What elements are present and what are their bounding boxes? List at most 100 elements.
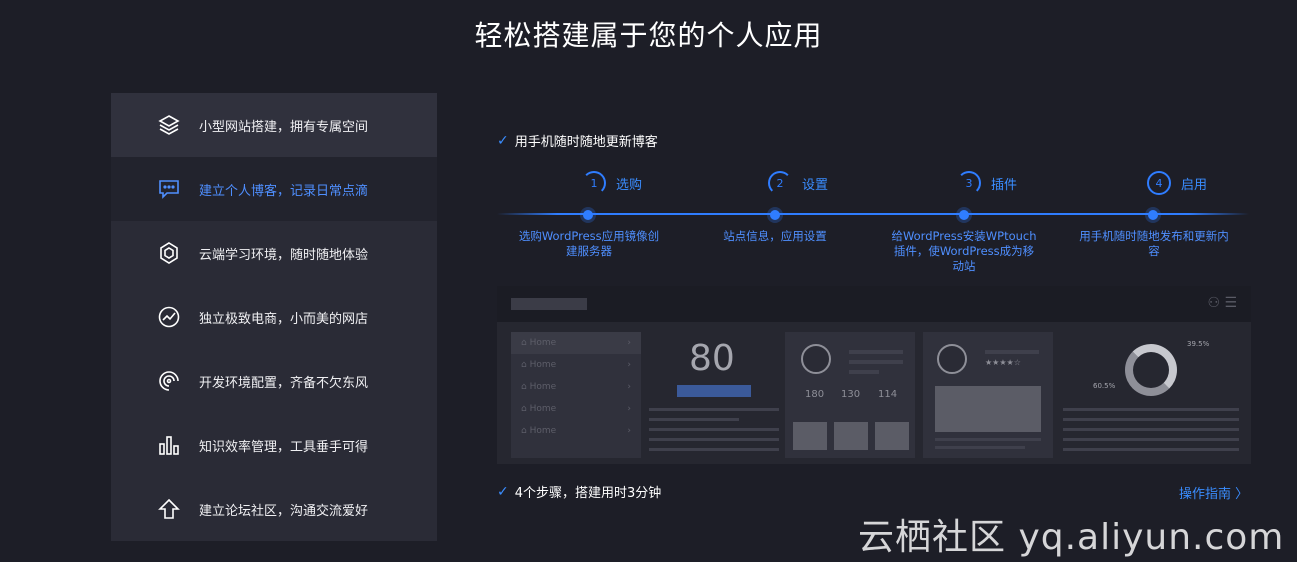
- step-label: 选购: [616, 177, 643, 193]
- preview-title-placeholder: [511, 298, 587, 310]
- step-number: 2: [768, 171, 792, 195]
- chevron-right-icon: ›: [627, 360, 631, 370]
- preview-menu-item: ⌂ Home ›: [521, 382, 631, 392]
- donut-label: 39.5%: [1187, 340, 1210, 348]
- step-label: 启用: [1181, 177, 1208, 193]
- step-description: 选购WordPress应用镜像创建服务器: [518, 229, 660, 258]
- sidebar-item-blog[interactable]: 建立个人博客，记录日常点滴: [111, 157, 437, 221]
- sidebar-item-small-website[interactable]: 小型网站搭建，拥有专属空间: [111, 93, 437, 157]
- preview-line: [1063, 448, 1239, 451]
- step-number: 3: [957, 171, 981, 195]
- preview-thumb: [875, 422, 909, 450]
- chevron-right-icon: ›: [627, 404, 631, 414]
- sidebar-item-label: 独立极致电商，小而美的网店: [199, 311, 369, 327]
- preview-line: [649, 448, 779, 451]
- dashboard-preview: ⚇ ☰ ⌂ Home › ⌂ Home › ⌂ Home › ⌂ Home › ⌂ Ho…: [497, 286, 1251, 464]
- preview-donut-chart: [1125, 344, 1177, 396]
- preview-line: [649, 418, 739, 421]
- preview-line: [985, 350, 1039, 354]
- preview-bar-accent: [677, 385, 751, 397]
- preview-line: [1063, 408, 1239, 411]
- step-label: 设置: [802, 177, 829, 193]
- donut-label: 60.5%: [1093, 382, 1116, 390]
- sidebar-item-dev-env[interactable]: 开发环境配置，齐备不欠东风: [111, 349, 437, 413]
- sidebar-item-ecommerce[interactable]: 独立极致电商，小而美的网店: [111, 285, 437, 349]
- preview-stat: 114: [878, 389, 898, 400]
- step-dot: [770, 210, 780, 220]
- trend-circle-icon: [155, 303, 183, 331]
- user-menu-icon: ⚇ ☰: [1207, 295, 1237, 311]
- preview-line: [935, 446, 1025, 449]
- home-icon: ⌂: [521, 404, 527, 414]
- preview-line: [1063, 438, 1239, 441]
- watermark: 云栖社区 yq.aliyun.com: [858, 517, 1285, 558]
- preview-thumb: [793, 422, 827, 450]
- preview-menu-item: ⌂ Home ›: [521, 426, 631, 436]
- chevron-right-icon: ›: [627, 426, 631, 436]
- layers-icon: [155, 111, 183, 139]
- rating-stars: ★★★★☆: [985, 358, 1021, 367]
- sidebar-item-label: 建立论坛社区，沟通交流爱好: [199, 503, 369, 519]
- sidebar-item-forum[interactable]: 建立论坛社区，沟通交流爱好: [111, 477, 437, 541]
- step-dot: [1148, 210, 1158, 220]
- step-label: 插件: [991, 177, 1018, 193]
- scenario-sidebar: 小型网站搭建，拥有专属空间 建立个人博客，记录日常点滴 云端学习环境，随时随地体…: [111, 93, 437, 541]
- preview-line: [649, 408, 779, 411]
- preview-line: [1063, 428, 1239, 431]
- chat-bubble-icon: [155, 175, 183, 203]
- preview-line: [935, 438, 1041, 441]
- preview-menu-item: ⌂ Home ›: [511, 332, 641, 354]
- home-icon: ⌂: [521, 426, 527, 436]
- preview-topbar: ⚇ ☰: [497, 286, 1251, 322]
- home-icon: ⌂: [521, 360, 527, 370]
- home-icon: ⌂: [521, 382, 527, 392]
- avatar: [937, 344, 967, 374]
- preview-stat: 180: [805, 389, 825, 400]
- content-heading: 用手机随时随地更新博客: [514, 135, 658, 150]
- preview-big-number: 80: [689, 338, 735, 379]
- preview-menu: ⌂ Home › ⌂ Home › ⌂ Home › ⌂ Home › ⌂ Home ›: [511, 332, 641, 458]
- preview-line: [1063, 418, 1239, 421]
- preview-thumb: [834, 422, 868, 450]
- check-icon: ✓: [497, 132, 509, 149]
- sidebar-item-label: 小型网站搭建，拥有专属空间: [199, 119, 369, 135]
- sidebar-item-label: 建立个人博客，记录日常点滴: [199, 183, 369, 199]
- swirl-icon: [155, 367, 183, 395]
- avatar: [801, 344, 831, 374]
- preview-stat: 130: [841, 389, 861, 400]
- step-description: 给WordPress安装WPtouch插件，使WordPress成为移动站: [891, 229, 1037, 273]
- step-dot: [959, 210, 969, 220]
- step-number: 4: [1147, 171, 1171, 195]
- sidebar-item-label: 云端学习环境，随时随地体验: [199, 247, 369, 263]
- scenario-panel: 小型网站搭建，拥有专属空间 建立个人博客，记录日常点滴 云端学习环境，随时随地体…: [111, 93, 1251, 541]
- preview-line: [849, 360, 903, 364]
- preview-menu-item: ⌂ Home ›: [521, 404, 631, 414]
- sidebar-item-cloud-learning[interactable]: 云端学习环境，随时随地体验: [111, 221, 437, 285]
- step-dot: [583, 210, 593, 220]
- home-icon: ⌂: [521, 338, 527, 348]
- preview-image: [935, 386, 1041, 432]
- step-description: 站点信息，应用设置: [723, 229, 827, 243]
- preview-menu-item: ⌂ Home ›: [521, 360, 631, 370]
- preview-line: [849, 350, 903, 354]
- heading-line: ✓ 用手机随时随地更新博客: [497, 131, 658, 151]
- preview-line: [649, 428, 779, 431]
- check-icon: ✓: [497, 483, 509, 500]
- step-number: 1: [582, 171, 606, 195]
- hexagon-icon: [155, 239, 183, 267]
- bar-chart-icon: [155, 431, 183, 459]
- sidebar-item-knowledge[interactable]: 知识效率管理，工具垂手可得: [111, 413, 437, 477]
- preview-line: [649, 438, 779, 441]
- page-title: 轻松搭建属于您的个人应用: [474, 19, 823, 52]
- chevron-right-icon: ›: [627, 382, 631, 392]
- sidebar-item-label: 开发环境配置，齐备不欠东风: [199, 375, 369, 391]
- summary-text: 4个步骤，搭建用时3分钟: [514, 486, 662, 501]
- timeline-line: [497, 213, 1249, 215]
- preview-line: [849, 370, 879, 374]
- scenario-content: ✓ 用手机随时随地更新博客 1 选购 选购WordPress应用镜像创建服务器 …: [437, 93, 1251, 541]
- step-description: 用手机随时随地发布和更新内容: [1079, 229, 1229, 258]
- up-arrow-icon: [155, 495, 183, 523]
- summary-line: ✓ 4个步骤，搭建用时3分钟: [497, 482, 662, 502]
- chevron-right-icon: ›: [627, 338, 631, 348]
- guide-link[interactable]: 操作指南 〉: [1179, 483, 1248, 502]
